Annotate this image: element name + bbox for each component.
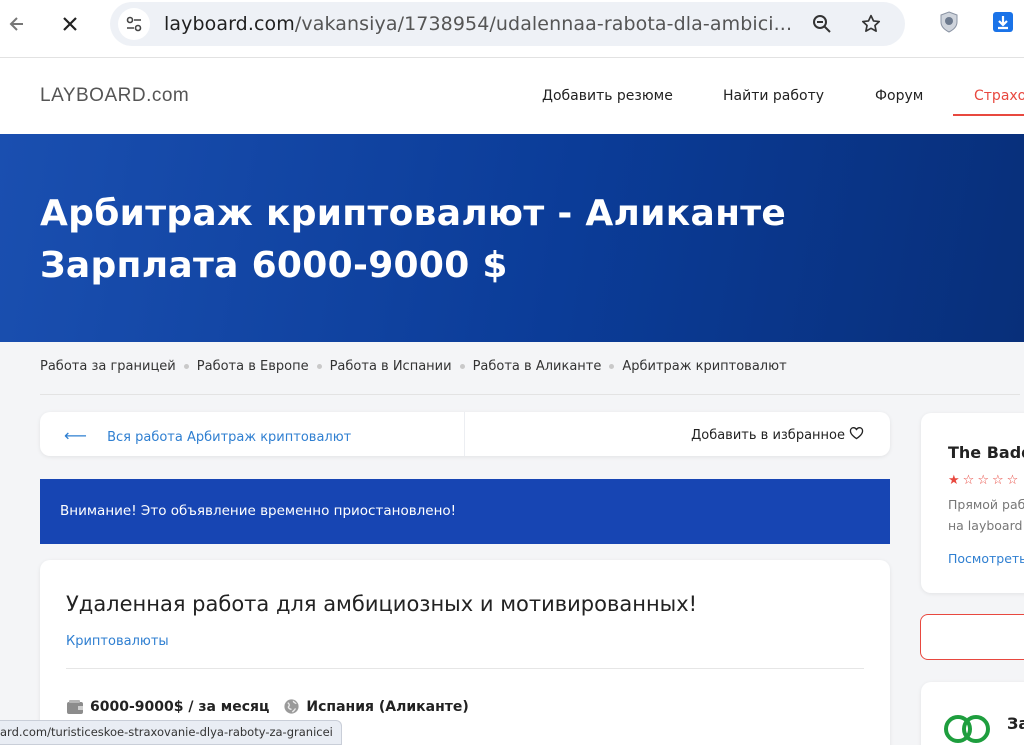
add-to-favorites-button[interactable]: Добавить в избранное: [691, 426, 864, 444]
company-more-link[interactable]: Посмотреть: [948, 551, 1024, 566]
company-card: The Badd ★ ☆ ☆ ☆ ☆ Прямой раб на layboard…: [921, 413, 1024, 593]
breadcrumb-item[interactable]: Работа в Испании: [330, 359, 452, 374]
title-line-1: Арбитраж криптовалют - Аликанте: [40, 193, 787, 234]
hero-banner: Арбитраж криптовалют - Аликанте Зарплата …: [0, 134, 1024, 342]
browser-toolbar: layboard.com/vakansiya/1738954/udalennaa…: [0, 0, 1024, 58]
breadcrumb-separator: [316, 364, 322, 369]
vacancy-title: Удаленная работа для амбициозных и мотив…: [66, 592, 698, 616]
breadcrumb-separator: [459, 364, 465, 369]
site-settings-icon[interactable]: [118, 8, 150, 40]
site-header: LAYBOARD.com Добавить резюме Найти работ…: [0, 58, 1024, 134]
stop-loading-icon[interactable]: [52, 6, 88, 42]
breadcrumb-divider: [40, 394, 1020, 395]
company-desc-line-2: на layboard: [948, 518, 1023, 533]
star-empty-icon: ☆: [977, 473, 989, 488]
back-to-category-link[interactable]: ⟵ Вся работа Арбитраж криптовалют: [64, 426, 351, 445]
page-title: Арбитраж криптовалют - Аликанте Зарплата …: [40, 188, 1000, 292]
back-icon[interactable]: [0, 6, 36, 42]
star-empty-icon: ☆: [962, 473, 975, 488]
sidebar-promo-card: За: [921, 682, 1024, 745]
vacancy-meta: 6000-9000$ / за месяц Испания (Аликанте): [66, 698, 469, 715]
location-text: Испания (Аликанте): [306, 698, 469, 715]
shield-extension-icon[interactable]: [935, 8, 963, 36]
menu-insurance[interactable]: Страхо: [974, 88, 1024, 104]
wallet-icon: [66, 699, 84, 715]
company-rating: ★ ☆ ☆ ☆ ☆: [948, 473, 1018, 488]
download-extension-icon[interactable]: [989, 8, 1017, 36]
salary-text: 6000-9000$ / за месяц: [90, 698, 270, 715]
rings-logo-icon: [943, 712, 993, 745]
card-divider: [66, 668, 864, 669]
star-filled-icon: ★: [948, 473, 960, 488]
menu-add-resume[interactable]: Добавить резюме: [542, 88, 673, 104]
vacancy-category-link[interactable]: Криптовалюты: [66, 634, 169, 649]
suspended-notice-text: Внимание! Это объявление временно приост…: [60, 503, 457, 519]
action-bar-divider: [464, 412, 465, 456]
title-line-2: Зарплата 6000-9000 $: [40, 245, 508, 286]
promo-title: За: [1007, 714, 1024, 733]
site-logo[interactable]: LAYBOARD.com: [40, 85, 189, 107]
breadcrumb-item[interactable]: Работа за границей: [40, 359, 176, 374]
menu-find-job[interactable]: Найти работу: [723, 88, 824, 104]
arrow-left-icon: ⟵: [64, 426, 87, 445]
url-host: layboard.com: [164, 13, 295, 35]
bookmark-star-icon[interactable]: [857, 10, 885, 38]
breadcrumb-separator: [183, 364, 189, 369]
breadcrumb-separator: [609, 364, 615, 369]
action-bar: ⟵ Вся работа Арбитраж криптовалют Добави…: [40, 412, 890, 456]
link-status-bar: ard.com/turisticeskoe-straxovanie-dlya-r…: [0, 720, 342, 745]
back-link-label: Вся работа Арбитраж криптовалют: [107, 430, 352, 445]
vacancy-card: Удаленная работа для амбициозных и мотив…: [40, 560, 890, 745]
heart-icon: [849, 426, 864, 444]
zoom-icon[interactable]: [808, 10, 836, 38]
address-bar[interactable]: layboard.com/vakansiya/1738954/udalennaa…: [110, 2, 905, 46]
star-empty-icon: ☆: [991, 473, 1004, 488]
breadcrumb-current: Арбитраж криптовалют: [622, 359, 787, 374]
url-path: /vakansiya/1738954/udalennaa-rabota-dla-…: [294, 13, 793, 35]
company-name[interactable]: The Badd: [948, 443, 1024, 462]
menu-active-underline: [953, 114, 1024, 116]
address-url[interactable]: layboard.com/vakansiya/1738954/udalennaa…: [164, 13, 792, 35]
favorites-label: Добавить в избранное: [691, 427, 845, 443]
star-empty-icon: ☆: [1006, 473, 1019, 488]
company-desc-line-1: Прямой раб: [948, 497, 1024, 512]
suspended-notice: Внимание! Это объявление временно приост…: [40, 479, 890, 544]
breadcrumb-item[interactable]: Работа в Аликанте: [473, 359, 602, 374]
breadcrumb: Работа за границей Работа в Европе Работ…: [40, 359, 787, 374]
breadcrumb-item[interactable]: Работа в Европе: [197, 359, 309, 374]
menu-forum[interactable]: Форум: [875, 88, 923, 104]
globe-icon: [283, 698, 300, 715]
sidebar-action-button[interactable]: [920, 614, 1024, 660]
company-description: Прямой раб на layboard: [948, 494, 1024, 536]
